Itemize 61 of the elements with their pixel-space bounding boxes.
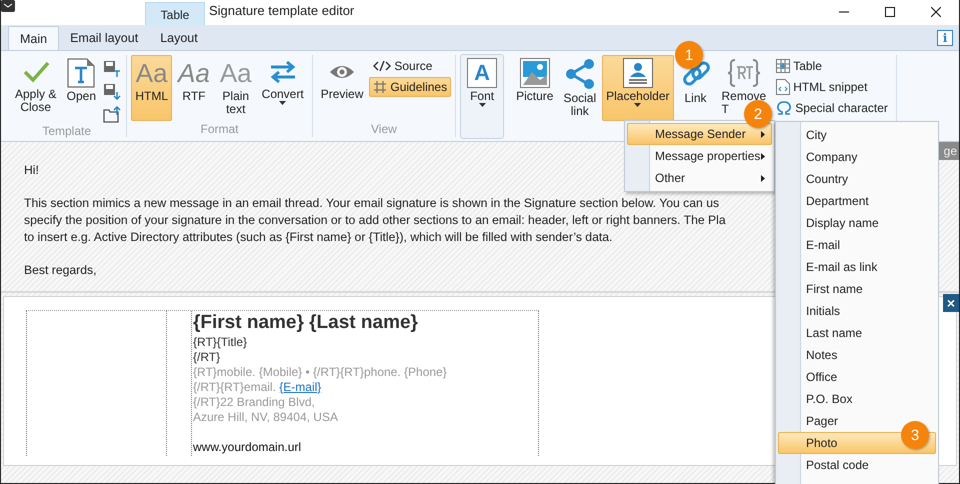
ribbon-button[interactable]: Apply & Close	[11, 55, 60, 121]
signature-text: Azure Hill, NV, 89404, USA	[193, 410, 339, 425]
ribbon-button[interactable]: Picture	[512, 55, 558, 121]
ribbon-button[interactable]: Preview	[316, 55, 368, 121]
menu-item[interactable]: City	[778, 124, 936, 146]
menu-item[interactable]: Message Sender	[627, 123, 772, 145]
message-text-line: to insert e.g. Active Directory attributes (such as {First name} or {Title}), which will be filled with sender’s data.	[24, 229, 612, 246]
ribbon-button[interactable]: Convert	[258, 55, 308, 121]
font-sample-icon: Aa	[220, 58, 252, 88]
ribbon-small-button[interactable]: Source	[369, 56, 452, 76]
message-text-line: Best regards,	[24, 262, 96, 279]
menu-item[interactable]: Last name	[778, 322, 936, 344]
ribbon-button[interactable]: A Font	[463, 55, 502, 121]
signature-text: www.yourdomain.url	[193, 440, 302, 455]
menu-item[interactable]: First name	[778, 278, 936, 300]
email-link[interactable]: {E-mail}	[279, 380, 322, 394]
menu-item[interactable]: Postal code	[778, 454, 936, 476]
menu-item[interactable]: E-mail as link	[778, 256, 936, 278]
ribbon-tab[interactable]: Layout	[149, 26, 209, 50]
menu-item[interactable]: Initials	[778, 300, 936, 322]
menu-item[interactable]: Display name	[778, 212, 936, 234]
signature-text: {/RT}22 Branding Blvd,	[193, 395, 316, 410]
font-sample-icon: Aa	[136, 58, 168, 88]
menu-item[interactable]: Message properties	[627, 145, 772, 167]
group-label: Template	[41, 124, 92, 138]
info-button[interactable]: i	[937, 30, 953, 46]
ribbon-small-button[interactable]: Special character	[772, 98, 892, 118]
window-title: Signature template editor	[209, 3, 354, 18]
ribbon-button[interactable]: Social link	[559, 55, 600, 121]
ribbon-button[interactable]: Aa Plain text	[216, 55, 256, 121]
ribbon-small-button[interactable]: Table	[772, 56, 892, 76]
ribbon-button[interactable]: Placeholder	[602, 55, 674, 121]
signature-name: {First name} {Last name}	[193, 311, 419, 335]
ribbon-button[interactable]: Aa RTF	[174, 55, 214, 121]
ribbon-small-button[interactable]: HTML snippet	[772, 77, 892, 97]
ribbon-tab[interactable]: Main	[8, 26, 60, 50]
message-text-line: specify the position of your signature in the conversation or to add other sections to an email: header, left or right banners. The Pla	[24, 212, 726, 229]
menu-item[interactable]: Other	[627, 167, 772, 189]
menu-item[interactable]: E-mail	[778, 234, 936, 256]
menu-item[interactable]: P.O. Box	[778, 388, 936, 410]
menu-item[interactable]: Country	[778, 168, 936, 190]
font-sample-icon: Aa	[178, 58, 210, 88]
ribbon-button[interactable]: Open	[62, 55, 100, 121]
menu-item[interactable]: Department	[778, 190, 936, 212]
menu-item[interactable]: Office	[778, 366, 936, 388]
context-tab-label: Table	[145, 2, 205, 26]
signature-text: {RT}mobile. {Mobile} • {/RT}{RT}phone. {Phone}	[193, 365, 448, 380]
font-sample-icon: A	[467, 58, 498, 88]
ribbon-button[interactable]: Aa HTML	[131, 55, 172, 121]
menu-item[interactable]: Company	[778, 146, 936, 168]
ribbon-tab[interactable]: Email layout	[59, 26, 150, 50]
group-label: View	[370, 122, 398, 137]
signature-text: {/RT}	[193, 350, 222, 365]
group-label: Format	[200, 122, 240, 137]
message-text-line: Hi!	[24, 162, 39, 179]
close-panel-button[interactable]: ×	[943, 294, 959, 312]
signature-text: {/RT}{RT}email.	[193, 380, 277, 394]
ribbon-small-button[interactable]: Guidelines	[369, 77, 452, 97]
message-text-line: This section mimics a new message in an email thread. Your email signature is shown in the Signature section below. You can us	[24, 195, 720, 212]
menu-item[interactable]: Notes	[778, 344, 936, 366]
signature-text: {RT}{Title}	[193, 335, 248, 350]
